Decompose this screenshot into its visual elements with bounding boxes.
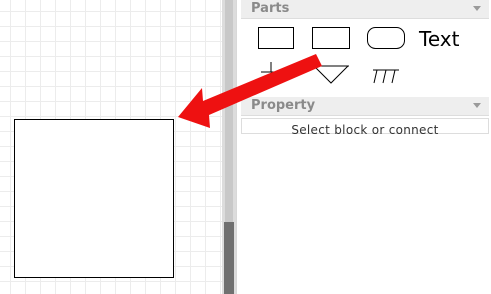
part-text[interactable]: Text (419, 26, 467, 52)
scrollbar-thumb[interactable] (224, 222, 234, 294)
chevron-down-icon[interactable] (473, 6, 481, 11)
part-ground[interactable] (253, 62, 289, 88)
ground-icon (261, 62, 281, 81)
property-section-header[interactable]: Property (241, 97, 489, 116)
status-message: Select block or connect (291, 123, 439, 137)
rounded-rectangle-icon (367, 27, 405, 49)
rectangle-icon (258, 27, 294, 49)
parts-section-header[interactable]: Parts (241, 0, 489, 19)
part-hatch[interactable] (367, 62, 403, 88)
chevron-down-icon[interactable] (473, 103, 481, 108)
vertical-scrollbar[interactable] (222, 0, 236, 294)
triangle-icon (313, 65, 349, 84)
editor-window: Parts Text Property Select block or conn… (0, 0, 491, 294)
part-triangle[interactable] (313, 62, 349, 88)
part-rectangle[interactable] (258, 27, 294, 49)
side-panel: Parts Text Property Select block or conn… (236, 0, 491, 294)
part-rounded-rectangle[interactable] (367, 27, 405, 49)
parts-section-title: Parts (251, 1, 290, 16)
part-rectangle-2[interactable] (312, 27, 350, 49)
property-status: Select block or connect (241, 118, 489, 137)
rectangle-icon (312, 27, 350, 49)
diagram-canvas[interactable] (0, 0, 222, 294)
hatch-icon (373, 69, 399, 84)
property-section-title: Property (251, 98, 316, 113)
diagram-block[interactable] (14, 119, 174, 278)
part-text-label: Text (419, 27, 460, 51)
